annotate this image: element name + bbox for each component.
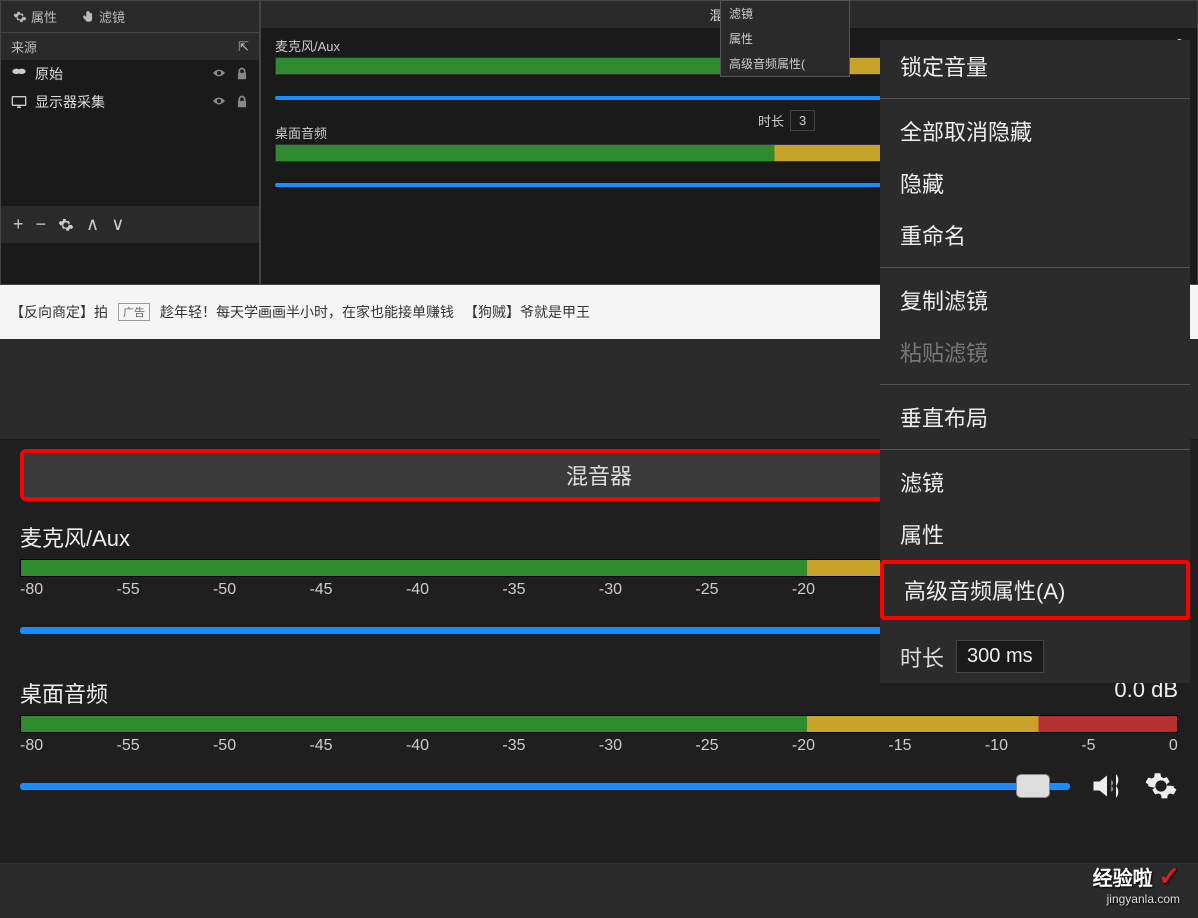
move-down-button[interactable]: ∨ [111,214,124,235]
source-item[interactable]: 原始 [1,60,259,88]
source-settings-button[interactable] [58,214,74,235]
hand-icon [81,10,95,24]
menu-advanced-audio[interactable]: 高级音频属性( [721,51,849,76]
add-source-button[interactable]: + [13,214,24,235]
menu-advanced-audio[interactable]: 高级音频属性(A) [880,560,1190,620]
menu-filters[interactable]: 滤镜 [721,1,849,26]
menu-copy-filters[interactable]: 复制滤镜 [880,274,1190,326]
source-name: 原始 [35,64,63,84]
duration-row: 时长 300 ms [880,630,1190,683]
check-icon: ✓ [1158,861,1180,891]
menu-properties[interactable]: 属性 [721,26,849,51]
ad-text: 【狗贼】爷就是甲王 [464,302,590,322]
small-duration-label: 时长 [758,111,784,130]
menu-properties[interactable]: 属性 [880,508,1190,560]
desktop-channel: 桌面音频 0.0 dB -80-55-50-45-40-35-30-25-20-… [20,677,1178,803]
expand-icon[interactable]: ⇱ [238,39,249,55]
ad-tag: 广告 [118,303,150,321]
menu-paste-filters: 粘贴滤镜 [880,326,1190,378]
duration-label: 时长 [900,641,944,673]
menu-unhide-all[interactable]: 全部取消隐藏 [880,105,1190,157]
menu-hide[interactable]: 隐藏 [880,157,1190,209]
source-name: 显示器采集 [35,92,105,112]
move-up-button[interactable]: ∧ [86,214,99,235]
small-context-menu: 滤镜 属性 高级音频属性( [720,0,850,77]
audio-meter [20,715,1178,733]
tab-label: 滤镜 [99,7,125,26]
duration-input[interactable]: 300 ms [956,640,1044,673]
watermark: 经验啦 ✓ jingyanla.com [1093,861,1180,906]
gear-icon[interactable] [1144,769,1178,803]
sources-panel: 属性 滤镜 来源 ⇱ 原始 显示器采集 [0,0,260,285]
monitor-icon [11,95,27,109]
menu-rename[interactable]: 重命名 [880,209,1190,261]
sources-toolbar: + − ∧ ∨ [1,206,259,243]
menu-lock-volume[interactable]: 锁定音量 [880,40,1190,92]
tab-properties[interactable]: 属性 [1,1,69,32]
meter-ticks: -80-55-50-45-40-35-30-25-20-15-10-50 [20,737,1178,755]
tab-label: 属性 [31,7,57,26]
channel-name: 桌面音频 [275,123,327,142]
remove-source-button[interactable]: − [36,214,47,235]
ad-text: 趁年轻！每天学画画半小时，在家也能接单赚钱 [160,302,454,322]
ad-text: 【反向商定】拍 [10,302,108,322]
eye-icon[interactable] [211,95,227,107]
source-item[interactable]: 显示器采集 [1,88,259,116]
mixer-context-menu: 锁定音量 全部取消隐藏 隐藏 重命名 复制滤镜 粘贴滤镜 垂直布局 滤镜 属性 … [880,40,1190,683]
small-duration-value[interactable]: 3 [790,110,815,131]
channel-name: 麦克风/Aux [20,521,130,553]
menu-filters[interactable]: 滤镜 [880,456,1190,508]
volume-slider[interactable] [20,783,1070,790]
mask-icon [11,68,27,80]
tab-filters[interactable]: 滤镜 [69,1,137,32]
lock-icon[interactable] [235,67,249,81]
channel-name: 桌面音频 [20,677,108,709]
sources-list: 原始 显示器采集 [1,60,259,116]
channel-name: 麦克风/Aux [275,36,340,55]
speaker-icon[interactable] [1088,771,1126,801]
gear-icon [13,10,27,24]
menu-vertical-layout[interactable]: 垂直布局 [880,391,1190,443]
eye-icon[interactable] [211,67,227,79]
sources-title: 来源 [11,37,37,56]
lock-icon[interactable] [235,95,249,109]
